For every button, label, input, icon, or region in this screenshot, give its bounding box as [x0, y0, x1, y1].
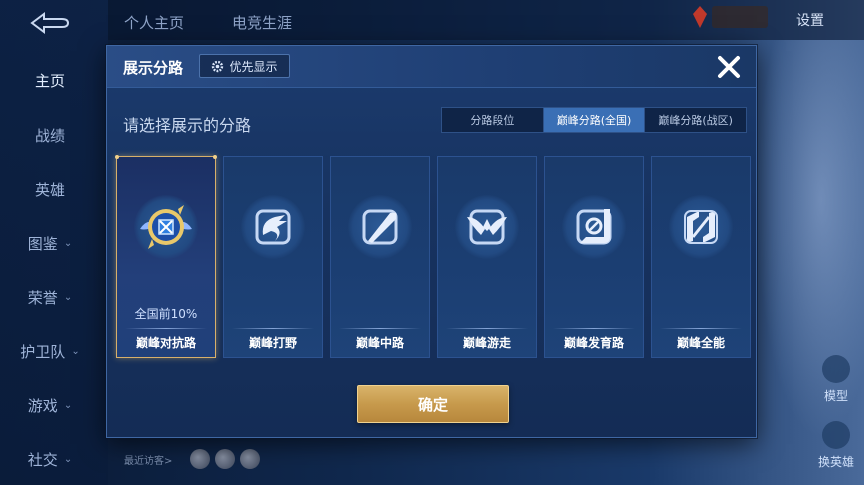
swap-hero-label: 换英雄 — [817, 455, 854, 469]
sidebar-item-label: 战绩 — [34, 126, 65, 145]
lane-card-mid[interactable]: 巅峰中路 — [330, 156, 430, 358]
close-button[interactable] — [714, 52, 744, 82]
divider — [125, 328, 207, 329]
tab-profile[interactable]: 个人主页 — [124, 12, 184, 33]
select-lane-prompt: 请选择展示的分路 — [123, 116, 252, 135]
lane-card-jungle[interactable]: 巅峰打野 — [223, 156, 323, 358]
sidebar-item-home[interactable]: 主页 — [0, 60, 100, 100]
avatar[interactable] — [240, 449, 260, 469]
lane-name: 巅峰游走 — [462, 336, 511, 350]
sidebar-item-social[interactable]: 社交 ⌄ — [0, 439, 100, 479]
corner-marker — [213, 155, 217, 159]
target-icon — [562, 195, 626, 259]
figure-icon — [822, 355, 850, 383]
lane-rank-text: 全国前10% — [134, 307, 198, 321]
lane-name: 巅峰全能 — [676, 336, 725, 350]
divider — [339, 328, 421, 329]
gem-icon — [693, 6, 707, 28]
chevron-down-icon: ⌄ — [63, 237, 73, 249]
divider — [232, 328, 314, 329]
lane-name: 巅峰中路 — [355, 336, 404, 350]
model-button[interactable]: 模型 — [812, 352, 860, 404]
avatar[interactable] — [215, 449, 235, 469]
avatar[interactable] — [190, 449, 210, 469]
priority-display-label: 优先显示 — [229, 59, 278, 74]
dialog-title: 展示分路 — [123, 59, 184, 77]
lane-name: 巅峰发育路 — [563, 336, 624, 350]
lane-filter-tabs: 分路段位 巅峰分路(全国) 巅峰分路(战区) — [441, 107, 747, 133]
recent-visitors-label[interactable]: 最近访客> — [124, 452, 172, 467]
sidebar-item-heroes[interactable]: 英雄 — [0, 169, 100, 209]
priority-display-button[interactable]: 优先显示 — [199, 54, 290, 78]
sidebar-item-honor[interactable]: 荣誉 ⌄ — [0, 277, 100, 317]
sidebar-item-label: 社交 — [27, 450, 58, 469]
sidebar-item-label: 图鉴 — [27, 234, 58, 253]
sidebar-item-guard[interactable]: 护卫队 ⌄ — [0, 331, 100, 371]
divider — [446, 328, 528, 329]
divider — [553, 328, 635, 329]
tab-peak-lane-national[interactable]: 巅峰分路(全国) — [543, 108, 646, 132]
lane-name: 巅峰打野 — [248, 336, 297, 350]
sidebar-item-games[interactable]: 游戏 ⌄ — [0, 385, 100, 425]
swap-hero-button[interactable]: 换英雄 — [812, 418, 860, 470]
lane-card-clash[interactable]: 全国前10% 巅峰对抗路 — [115, 155, 217, 358]
settings-button[interactable]: 设置 — [796, 10, 824, 30]
chevron-down-icon: ⌄ — [63, 291, 73, 303]
dragon-icon — [241, 195, 305, 259]
divider — [660, 328, 742, 329]
lane-name: 巅峰对抗路 — [135, 336, 196, 350]
sidebar-item-label: 英雄 — [34, 180, 65, 199]
sidebar-item-label: 荣誉 — [27, 288, 58, 307]
wings-icon — [455, 195, 519, 259]
sidebar-item-label: 主页 — [34, 71, 65, 90]
back-arrow-icon[interactable] — [22, 10, 72, 36]
sidebar-item-record[interactable]: 战绩 — [0, 115, 100, 155]
tab-lane-rank[interactable]: 分路段位 — [442, 108, 544, 132]
close-icon — [718, 56, 740, 78]
swap-hero-icon — [822, 421, 850, 449]
sidebar-item-label: 游戏 — [27, 396, 58, 415]
lane-display-dialog: 展示分路 优先显示 请选择展示的分路 分路段位 巅峰分路(全国) 巅峰分路(战区… — [106, 45, 757, 438]
chevron-down-icon: ⌄ — [63, 453, 73, 465]
staff-icon — [348, 195, 412, 259]
tab-peak-lane-region[interactable]: 巅峰分路(战区) — [645, 108, 746, 132]
corner-marker — [115, 155, 119, 159]
model-label: 模型 — [823, 389, 848, 403]
lane-card-farm[interactable]: 巅峰发育路 — [544, 156, 644, 358]
lane-card-roam[interactable]: 巅峰游走 — [437, 156, 537, 358]
user-badge — [712, 6, 768, 28]
sidebar-item-label: 护卫队 — [20, 342, 66, 361]
clash-lane-emblem-icon — [134, 195, 198, 259]
sidebar-item-codex[interactable]: 图鉴 ⌄ — [0, 223, 100, 263]
lane-card-all-round[interactable]: 巅峰全能 — [651, 156, 751, 358]
tab-esports-career[interactable]: 电竞生涯 — [232, 12, 292, 33]
chevron-down-icon: ⌄ — [71, 345, 80, 357]
confirm-button[interactable]: 确定 — [357, 385, 509, 423]
all-round-icon — [669, 195, 733, 259]
chevron-down-icon: ⌄ — [63, 399, 73, 411]
gear-icon — [212, 60, 224, 72]
